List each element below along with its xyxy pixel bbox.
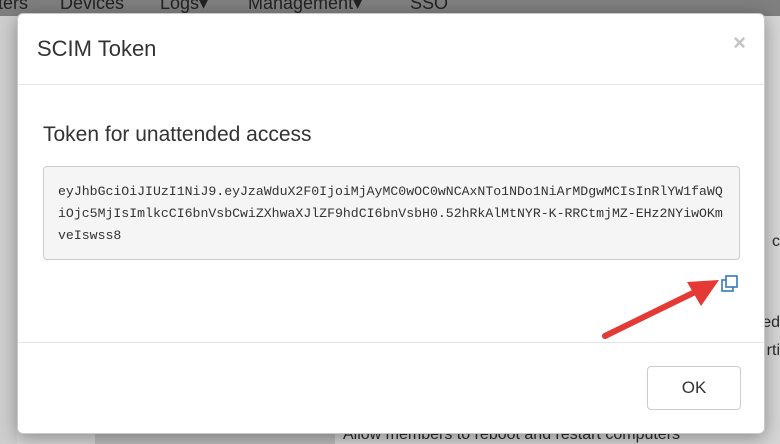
modal-header: SCIM Token × <box>18 14 764 85</box>
modal-title: SCIM Token <box>37 36 157 61</box>
token-display[interactable]: eyJhbGciOiJIUzI1NiJ9.eyJzaWduX2F0IjoiMjA… <box>43 166 740 260</box>
annotation-arrow <box>602 280 719 339</box>
background-text-fragment: rti <box>766 342 780 359</box>
nav-item-clusters: ters <box>0 0 29 13</box>
nav-item-devices: Devices <box>60 0 125 13</box>
ok-button[interactable]: OK <box>647 366 741 410</box>
nav-item-sso: SSO <box>410 0 449 13</box>
background-panel <box>95 434 335 444</box>
nav-item-management: Management▾ <box>248 0 363 13</box>
token-heading: Token for unattended access <box>43 123 312 146</box>
close-button[interactable]: × <box>733 32 746 54</box>
nav-item-logs: Logs▾ <box>160 0 209 13</box>
scim-token-modal: SCIM Token × Token for unattended access… <box>17 13 765 434</box>
background-left-strip <box>0 16 17 444</box>
background-text-fragment: c <box>772 233 780 250</box>
